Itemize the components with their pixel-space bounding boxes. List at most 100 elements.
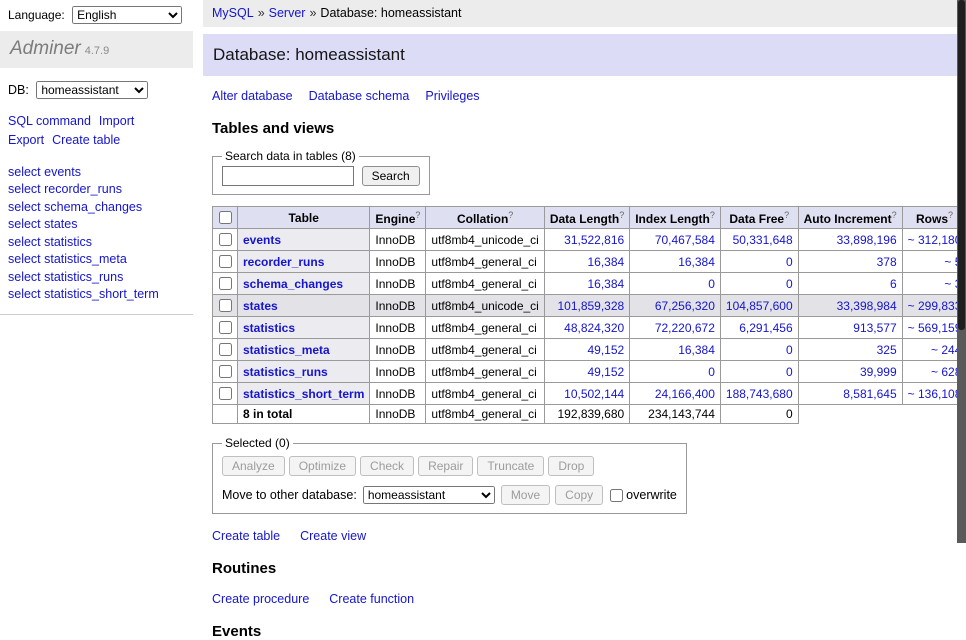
link-101-859-328[interactable]: 101,859,328 [557, 299, 624, 313]
link--312-180[interactable]: ~ 312,180 [908, 233, 962, 247]
breadcrumb-server-link[interactable]: Server [269, 6, 306, 20]
analyze-button[interactable]: Analyze [222, 456, 285, 476]
link-50-331-648[interactable]: 50,331,648 [733, 233, 793, 247]
link-48-824-320[interactable]: 48,824,320 [564, 321, 624, 335]
link-statistics-runs[interactable]: statistics_runs [243, 365, 328, 379]
repair-button[interactable]: Repair [418, 456, 473, 476]
link-16-384[interactable]: 16,384 [588, 277, 625, 291]
link-statistics-meta[interactable]: statistics_meta [243, 343, 330, 357]
link-events[interactable]: events [243, 233, 281, 247]
row-checkbox[interactable] [219, 387, 232, 400]
link-6[interactable]: 6 [890, 277, 897, 291]
search-input[interactable] [222, 166, 354, 186]
link-0[interactable]: 0 [786, 365, 793, 379]
link-create-table[interactable]: Create table [52, 133, 120, 147]
link-database-schema[interactable]: Database schema [309, 89, 410, 103]
link-31-522-816[interactable]: 31,522,816 [564, 233, 624, 247]
link-913-577[interactable]: 913,577 [853, 321, 896, 335]
link--569-159[interactable]: ~ 569,159 [908, 321, 962, 335]
main-content: Alter databaseDatabase schemaPrivileges … [203, 89, 966, 640]
link-16-384[interactable]: 16,384 [678, 255, 715, 269]
link-statistics[interactable]: statistics [243, 321, 295, 335]
link-import[interactable]: Import [99, 114, 134, 128]
help-icon[interactable]: ? [948, 210, 953, 220]
link--299-833[interactable]: ~ 299,833 [908, 299, 962, 313]
link-states[interactable]: states [243, 299, 278, 313]
optimize-button[interactable]: Optimize [289, 456, 356, 476]
link-33-898-196[interactable]: 33,898,196 [837, 233, 897, 247]
move-button[interactable]: Move [501, 485, 550, 505]
drop-button[interactable]: Drop [548, 456, 594, 476]
link-select-statistics[interactable]: select statistics [8, 234, 185, 252]
link-select-states[interactable]: select states [8, 216, 185, 234]
link-create-view[interactable]: Create view [300, 529, 366, 543]
link-create-function[interactable]: Create function [329, 592, 414, 606]
help-icon[interactable]: ? [710, 210, 715, 220]
link-8-581-645[interactable]: 8,581,645 [843, 387, 896, 401]
breadcrumb-mysql-link[interactable]: MySQL [212, 6, 254, 20]
app-name[interactable]: Adminer [10, 38, 81, 59]
help-icon[interactable]: ? [415, 210, 420, 220]
check-button[interactable]: Check [360, 456, 414, 476]
link-6-291-456[interactable]: 6,291,456 [739, 321, 792, 335]
link-select-events[interactable]: select events [8, 164, 185, 182]
link-privileges[interactable]: Privileges [425, 89, 479, 103]
row-checkbox[interactable] [219, 277, 232, 290]
link-39-999[interactable]: 39,999 [860, 365, 897, 379]
move-db-select[interactable]: homeassistant [363, 486, 495, 504]
link-alter-database[interactable]: Alter database [212, 89, 293, 103]
link-72-220-672[interactable]: 72,220,672 [655, 321, 715, 335]
row-checkbox[interactable] [219, 255, 232, 268]
truncate-button[interactable]: Truncate [477, 456, 544, 476]
row-checkbox[interactable] [219, 321, 232, 334]
link-select-statistics-runs[interactable]: select statistics_runs [8, 269, 185, 287]
row-checkbox[interactable] [219, 233, 232, 246]
create-links: Create table Create view [212, 529, 966, 543]
select-all-checkbox[interactable] [219, 211, 232, 224]
link-378[interactable]: 378 [877, 255, 897, 269]
link-select-recorder-runs[interactable]: select recorder_runs [8, 181, 185, 199]
help-icon[interactable]: ? [619, 210, 624, 220]
search-button[interactable]: Search [362, 166, 420, 186]
link-create-table[interactable]: Create table [212, 529, 280, 543]
help-icon[interactable]: ? [892, 210, 897, 220]
link-104-857-600[interactable]: 104,857,600 [726, 299, 793, 313]
link-0[interactable]: 0 [708, 277, 715, 291]
row-checkbox[interactable] [219, 365, 232, 378]
link-70-467-584[interactable]: 70,467,584 [655, 233, 715, 247]
row-checkbox[interactable] [219, 343, 232, 356]
link-schema-changes[interactable]: schema_changes [243, 277, 343, 291]
copy-button[interactable]: Copy [555, 485, 603, 505]
link-49-152[interactable]: 49,152 [588, 343, 625, 357]
help-icon[interactable]: ? [784, 210, 789, 220]
language-select[interactable]: English [72, 6, 182, 24]
link-create-procedure[interactable]: Create procedure [212, 592, 309, 606]
link-67-256-320[interactable]: 67,256,320 [655, 299, 715, 313]
link-16-384[interactable]: 16,384 [588, 255, 625, 269]
row-checkbox[interactable] [219, 299, 232, 312]
link-0[interactable]: 0 [786, 343, 793, 357]
link-0[interactable]: 0 [786, 255, 793, 269]
link-24-166-400[interactable]: 24,166,400 [655, 387, 715, 401]
link-sql-command[interactable]: SQL command [8, 114, 91, 128]
link-0[interactable]: 0 [786, 277, 793, 291]
overwrite-checkbox[interactable] [610, 489, 623, 502]
link-10-502-144[interactable]: 10,502,144 [564, 387, 624, 401]
link-select-schema-changes[interactable]: select schema_changes [8, 199, 185, 217]
link-recorder-runs[interactable]: recorder_runs [243, 255, 324, 269]
link-49-152[interactable]: 49,152 [588, 365, 625, 379]
link-statistics-short-term[interactable]: statistics_short_term [243, 387, 364, 401]
link-select-statistics-short-term[interactable]: select statistics_short_term [8, 286, 185, 304]
scrollbar-thumb[interactable] [958, 0, 965, 330]
db-select[interactable]: homeassistant [36, 81, 148, 99]
link--136-108[interactable]: ~ 136,108 [908, 387, 962, 401]
page-scrollbar[interactable] [957, 0, 966, 543]
link-16-384[interactable]: 16,384 [678, 343, 715, 357]
link-export[interactable]: Export [8, 133, 44, 147]
link-188-743-680[interactable]: 188,743,680 [726, 387, 793, 401]
link-select-statistics-meta[interactable]: select statistics_meta [8, 251, 185, 269]
link-0[interactable]: 0 [708, 365, 715, 379]
help-icon[interactable]: ? [508, 210, 513, 220]
link-325[interactable]: 325 [877, 343, 897, 357]
link-33-398-984[interactable]: 33,398,984 [837, 299, 897, 313]
